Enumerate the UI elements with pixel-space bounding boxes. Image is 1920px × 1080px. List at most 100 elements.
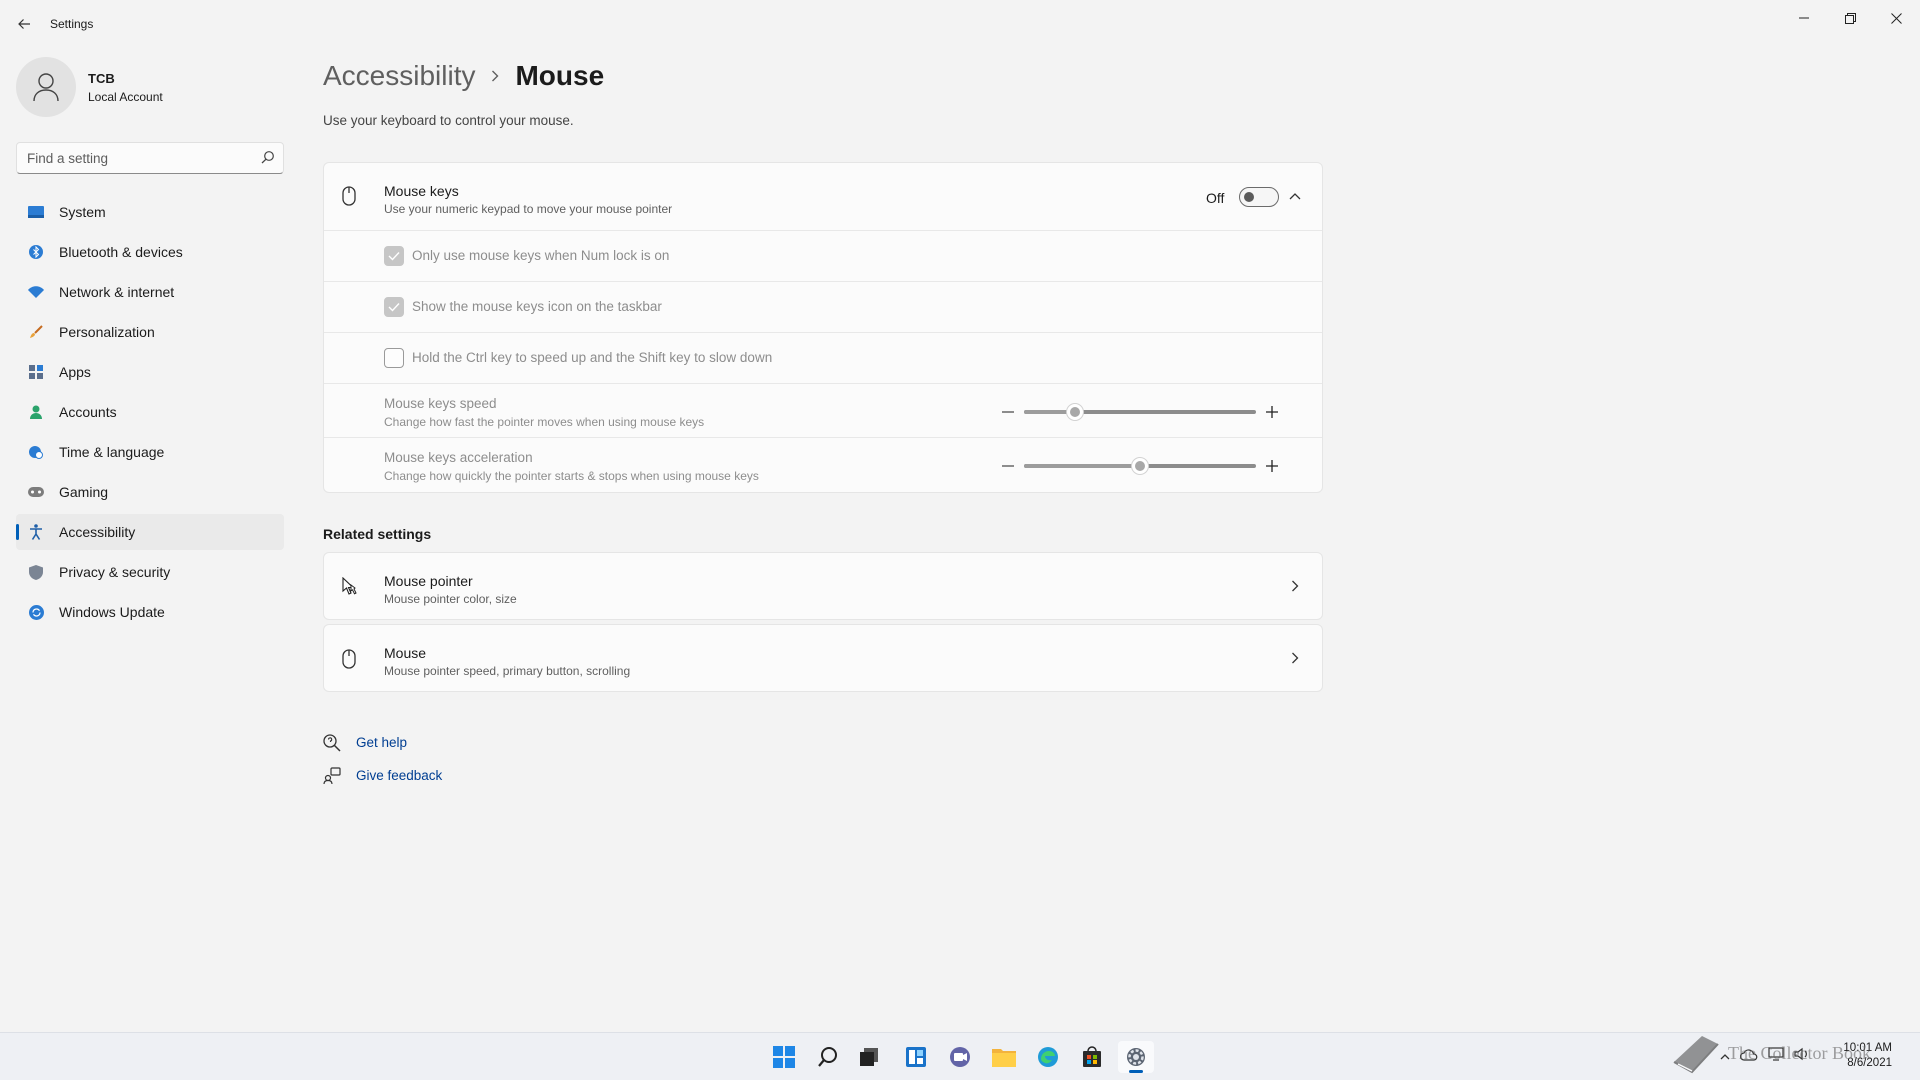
mouse-pointer-icon: [342, 576, 364, 602]
speed-subtitle: Change how fast the pointer moves when u…: [384, 415, 705, 429]
sidebar-item-accessibility[interactable]: Accessibility: [16, 514, 284, 550]
start-button[interactable]: [766, 1041, 802, 1073]
speed-slider[interactable]: [1024, 403, 1256, 421]
chevron-right-icon: [1291, 579, 1299, 598]
restore-button[interactable]: [1827, 4, 1873, 32]
minimize-icon: [1799, 17, 1809, 19]
sidebar-item-label: Apps: [59, 364, 91, 380]
sidebar-item-personalization[interactable]: Personalization: [16, 314, 284, 350]
sidebar-item-gaming[interactable]: Gaming: [16, 474, 284, 510]
acceleration-title: Mouse keys acceleration: [384, 450, 533, 465]
sidebar-item-time-language[interactable]: Time & language: [16, 434, 284, 470]
sidebar-item-label: Accounts: [59, 404, 117, 420]
mouse-pointer-title: Mouse pointer: [384, 573, 473, 589]
back-button[interactable]: [12, 10, 36, 38]
breadcrumb-parent-link[interactable]: Accessibility: [323, 60, 475, 92]
acceleration-slider-thumb[interactable]: [1131, 457, 1149, 475]
mouse-keys-header[interactable]: Mouse keys Use your numeric keypad to mo…: [324, 163, 1322, 231]
app-title: Settings: [50, 17, 94, 31]
page-title: Mouse: [515, 60, 605, 91]
sidebar-item-network[interactable]: Network & internet: [16, 274, 284, 310]
sidebar-item-bluetooth[interactable]: Bluetooth & devices: [16, 234, 284, 270]
give-feedback-link[interactable]: Give feedback: [323, 759, 442, 792]
sidebar-item-label: Privacy & security: [59, 564, 171, 580]
sidebar-item-system[interactable]: System: [16, 194, 284, 230]
num-lock-checkbox[interactable]: [384, 246, 404, 266]
help-search-icon: [323, 733, 341, 752]
brush-icon: [28, 324, 44, 340]
sidebar-item-windows-update[interactable]: Windows Update: [16, 594, 284, 630]
taskbar-icon-checkbox[interactable]: [384, 297, 404, 317]
shield-icon: [28, 564, 44, 580]
sidebar-item-label: Personalization: [59, 324, 155, 340]
sidebar-item-apps[interactable]: Apps: [16, 354, 284, 390]
profile-name: TCB: [88, 71, 115, 86]
toggle-knob: [1244, 192, 1254, 202]
teams-chat-button[interactable]: [942, 1041, 978, 1073]
option-num-lock-row[interactable]: Only use mouse keys when Num lock is on: [324, 231, 1322, 282]
mouse-keys-toggle[interactable]: [1239, 187, 1279, 207]
taskbar-search-button[interactable]: [810, 1041, 846, 1073]
sidebar-item-privacy-security[interactable]: Privacy & security: [16, 554, 284, 590]
option-taskbar-icon-row[interactable]: Show the mouse keys icon on the taskbar: [324, 282, 1322, 333]
option-ctrl-shift-row[interactable]: Hold the Ctrl key to speed up and the Sh…: [324, 333, 1322, 384]
user-profile[interactable]: TCB Local Account: [16, 57, 286, 117]
taskbar: 10:01 AM 8/6/2021: [0, 1032, 1920, 1080]
sidebar-item-label: Gaming: [59, 484, 109, 500]
sidebar-item-label: Time & language: [59, 444, 165, 460]
sidebar-item-label: Network & internet: [59, 284, 175, 300]
minimize-button[interactable]: [1781, 4, 1827, 32]
chat-icon: [950, 1047, 970, 1067]
edge-icon: [1038, 1047, 1058, 1067]
mouse-icon: [342, 649, 356, 674]
speed-title: Mouse keys speed: [384, 396, 497, 411]
num-lock-option-label: Only use mouse keys when Num lock is on: [412, 248, 670, 263]
ctrl-shift-option-label: Hold the Ctrl key to speed up and the Sh…: [412, 350, 773, 365]
search-input[interactable]: [17, 143, 253, 173]
store-button[interactable]: [1074, 1041, 1110, 1073]
close-button[interactable]: [1873, 4, 1919, 32]
file-explorer-button[interactable]: [986, 1041, 1022, 1073]
chevron-right-icon: [1291, 651, 1299, 670]
close-icon: [1890, 12, 1902, 24]
mouse-keys-card: Mouse keys Use your numeric keypad to mo…: [323, 162, 1323, 493]
search-icon[interactable]: [261, 150, 275, 169]
acceleration-slider[interactable]: [1024, 457, 1256, 475]
avatar: [16, 57, 76, 117]
globe-clock-icon: [28, 444, 44, 460]
search-box[interactable]: [16, 142, 284, 174]
related-settings-heading: Related settings: [323, 526, 432, 542]
speed-slider-thumb[interactable]: [1066, 403, 1085, 421]
wifi-icon: [28, 284, 44, 300]
mouse-icon: [342, 186, 356, 211]
sidebar-item-accounts[interactable]: Accounts: [16, 394, 284, 430]
windows-logo-icon: [773, 1046, 795, 1068]
sidebar-item-label: Bluetooth & devices: [59, 244, 183, 260]
slider-fill: [1024, 464, 1140, 468]
sidebar-item-label: System: [59, 204, 106, 220]
acceleration-decrease-icon[interactable]: [1000, 458, 1016, 474]
speed-increase-icon[interactable]: [1264, 404, 1280, 420]
gear-icon: [1127, 1048, 1145, 1066]
edge-browser-button[interactable]: [1030, 1041, 1066, 1073]
acceleration-increase-icon[interactable]: [1264, 458, 1280, 474]
ctrl-shift-checkbox[interactable]: [384, 348, 404, 368]
get-help-link[interactable]: Get help: [323, 726, 442, 759]
mouse-link-card[interactable]: Mouse Mouse pointer speed, primary butto…: [323, 624, 1323, 692]
speed-decrease-icon[interactable]: [1000, 404, 1016, 420]
widgets-button[interactable]: [898, 1041, 934, 1073]
mouse-pointer-link-card[interactable]: Mouse pointer Mouse pointer color, size: [323, 552, 1323, 620]
settings-app-button[interactable]: [1118, 1041, 1154, 1073]
acceleration-subtitle: Change how quickly the pointer starts & …: [384, 469, 759, 483]
back-arrow-icon: [18, 19, 30, 29]
chevron-up-icon[interactable]: [1289, 186, 1301, 211]
mouse-pointer-subtitle: Mouse pointer color, size: [384, 592, 517, 606]
mouse-title: Mouse: [384, 645, 427, 661]
get-help-text[interactable]: Get help: [356, 735, 407, 750]
search-icon: [818, 1047, 837, 1067]
task-view-icon: [860, 1048, 878, 1066]
task-view-button[interactable]: [852, 1041, 888, 1073]
restore-icon: [1844, 12, 1856, 24]
give-feedback-text[interactable]: Give feedback: [356, 768, 442, 783]
title-bar: Settings: [0, 0, 1920, 48]
